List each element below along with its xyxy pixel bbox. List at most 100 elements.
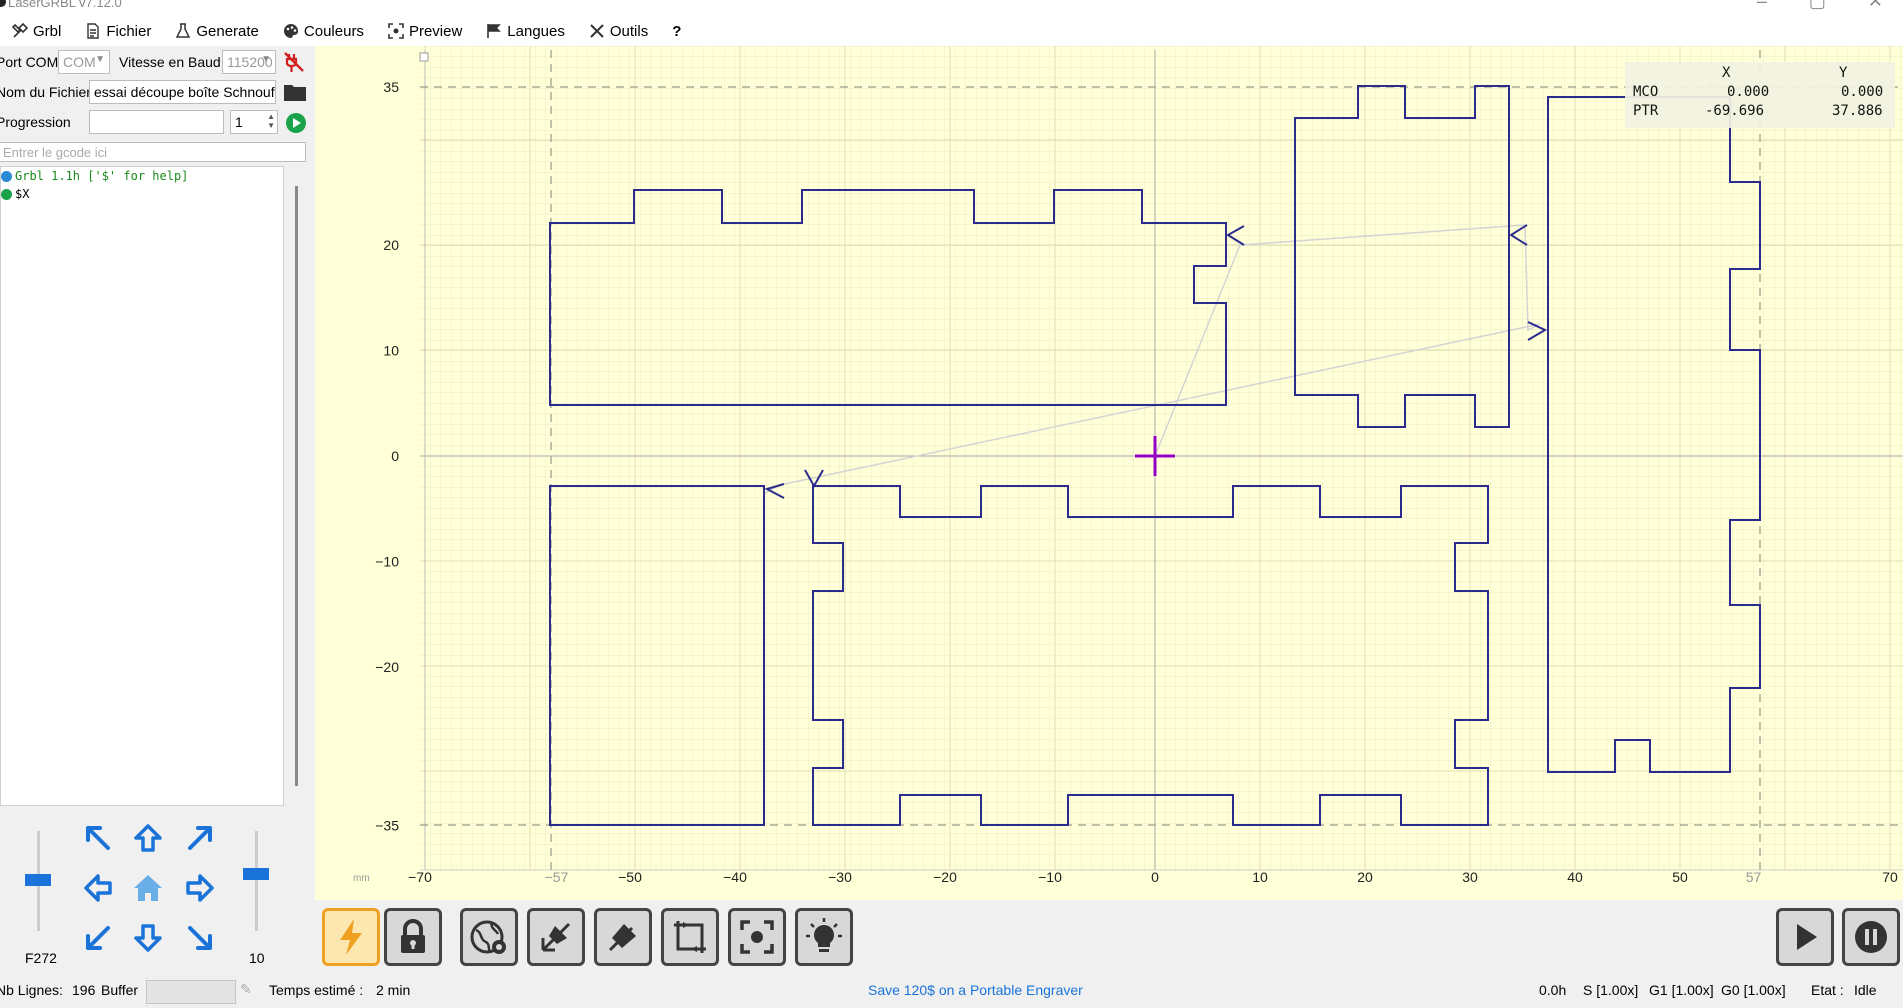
line-count-value: 196 <box>72 982 96 998</box>
promo-link[interactable]: Save 120$ on a Portable Engraver <box>868 982 1083 998</box>
console-scrollbar[interactable] <box>295 186 298 786</box>
play-circle-icon <box>286 113 306 133</box>
minimize-icon[interactable]: – <box>1757 0 1767 12</box>
app-icon <box>0 0 6 7</box>
progress-bar <box>89 110 224 134</box>
jog-up-right-button[interactable] <box>180 818 220 858</box>
disconnected-plug-icon <box>284 52 304 72</box>
globe-icon <box>470 920 506 954</box>
estimated-time-value: 2 min <box>376 982 411 998</box>
x-tick-label: −20 <box>933 869 957 885</box>
state-label: Etat : <box>1811 982 1844 998</box>
x-tick-label: 10 <box>1252 869 1268 885</box>
coord-col-x: X <box>1722 65 1731 81</box>
jog-right-button[interactable] <box>180 868 220 908</box>
arrow-up-left-icon <box>86 826 110 850</box>
run-button[interactable] <box>285 112 307 134</box>
light-button[interactable] <box>795 908 853 966</box>
menu-fichier[interactable]: Fichier <box>73 16 163 46</box>
x-tick-label: −30 <box>828 869 852 885</box>
preview-icon <box>388 23 404 39</box>
lock-icon <box>401 919 425 953</box>
arrow-down-right-icon <box>188 926 212 950</box>
s-override[interactable]: S [1.00x] <box>1583 982 1638 998</box>
chevron-down-icon: ▼ <box>95 54 105 65</box>
broom-icon[interactable]: ✎ <box>240 981 252 998</box>
baud-combo[interactable]: 115200 ▼ <box>222 50 276 74</box>
x-tick-label: −40 <box>723 869 747 885</box>
y-tick-label: −20 <box>375 659 399 675</box>
left-panel: Port COM COM ▼ Vitesse en Baud 115200 ▼ No… <box>0 46 315 966</box>
chevron-down-icon: ▼ <box>261 54 271 65</box>
y-tick-label: −35 <box>375 817 399 833</box>
jog-down-right-button[interactable] <box>180 918 220 958</box>
menu-couleurs[interactable]: Couleurs <box>271 16 376 46</box>
menu-grbl[interactable]: Grbl <box>0 16 73 46</box>
speed-slider-thumb[interactable] <box>25 874 51 886</box>
menu-langues[interactable]: Langues <box>474 16 577 46</box>
unit-label: mm <box>353 873 370 884</box>
file-field[interactable]: essai découpe boîte Schnoufy <box>89 80 276 104</box>
jog-left-button[interactable] <box>78 868 118 908</box>
info-icon <box>1 170 12 182</box>
buffer-label: Buffer <box>101 982 139 998</box>
flag-icon <box>487 24 502 38</box>
center-button[interactable] <box>728 908 786 966</box>
unlock-button[interactable] <box>384 908 442 966</box>
y-tick-label: 35 <box>383 79 399 95</box>
jog-down-left-button[interactable] <box>78 918 118 958</box>
menu-generate[interactable]: Generate <box>163 16 271 46</box>
file-icon <box>87 23 100 39</box>
home-icon <box>134 875 162 901</box>
g0-override[interactable]: G0 [1.00x] <box>1721 982 1786 998</box>
step-slider-track[interactable] <box>255 831 258 931</box>
menu-help[interactable]: ? <box>660 16 693 46</box>
stepper-arrows-icon: ▲ ▼ <box>267 112 275 130</box>
arrow-left-icon <box>84 874 112 902</box>
arrow-down-icon <box>134 924 162 952</box>
open-file-button[interactable] <box>283 82 307 102</box>
play-icon <box>1797 924 1817 950</box>
connect-button[interactable] <box>282 50 306 74</box>
menu-preview[interactable]: Preview <box>376 16 474 46</box>
origin-pen-icon <box>608 924 636 952</box>
console-line: Grbl 1.1h ['$' for help] <box>1 167 283 185</box>
g1-override[interactable]: G1 [1.00x] <box>1649 982 1714 998</box>
pause-icon <box>1855 921 1887 953</box>
mco-x: 0.000 <box>1727 84 1770 100</box>
menu-outils[interactable]: Outils <box>577 16 660 46</box>
progress-label: Progression <box>0 114 71 130</box>
x-tick-label: 40 <box>1567 869 1583 885</box>
line-count-label: Nb Lignes: <box>0 982 63 998</box>
jog-home-button[interactable] <box>128 868 168 908</box>
jog-up-left-button[interactable] <box>78 818 118 858</box>
file-label: Nom du Fichier <box>0 84 91 100</box>
port-combo[interactable]: COM ▼ <box>58 50 110 74</box>
jog-up-button[interactable] <box>128 818 168 858</box>
x-tick-label: 30 <box>1462 869 1478 885</box>
goto-origin-button[interactable] <box>594 908 652 966</box>
set-origin-button[interactable] <box>527 908 585 966</box>
maximize-icon[interactable]: ▢ <box>1809 0 1826 12</box>
mco-y: 0.000 <box>1841 84 1884 100</box>
menu-bar: Grbl Fichier Generate Couleurs Preview L… <box>0 16 1903 46</box>
x-tick-label: −70 <box>408 869 432 885</box>
mco-label: MCO <box>1633 84 1659 100</box>
step-slider-thumb[interactable] <box>243 868 269 880</box>
pause-button[interactable] <box>1842 908 1900 966</box>
console-line: $X <box>1 185 283 203</box>
console-log: Grbl 1.1h ['$' for help] $X <box>0 166 284 806</box>
frame-button[interactable] <box>661 908 719 966</box>
preview-canvas[interactable]: −70 −57 −50 −40 −30 −20 −10 0 10 20 30 40 50 57 70 35 20… <box>315 46 1903 900</box>
globe-button[interactable] <box>460 908 518 966</box>
laser-fire-button[interactable] <box>322 908 380 966</box>
focus-icon <box>740 920 774 954</box>
close-icon[interactable]: ✕ <box>1868 0 1883 12</box>
x-tick-label: −57 <box>545 869 569 885</box>
state-value: Idle <box>1854 982 1877 998</box>
play-button[interactable] <box>1776 908 1834 966</box>
repeat-count-stepper[interactable]: 1 ▲ ▼ <box>230 110 278 134</box>
jog-down-button[interactable] <box>128 918 168 958</box>
preview-svg[interactable]: −70 −57 −50 −40 −30 −20 −10 0 10 20 30 40 50 57 70 35 20… <box>315 46 1903 900</box>
gcode-input[interactable]: Entrer le gcode ici <box>0 142 306 162</box>
